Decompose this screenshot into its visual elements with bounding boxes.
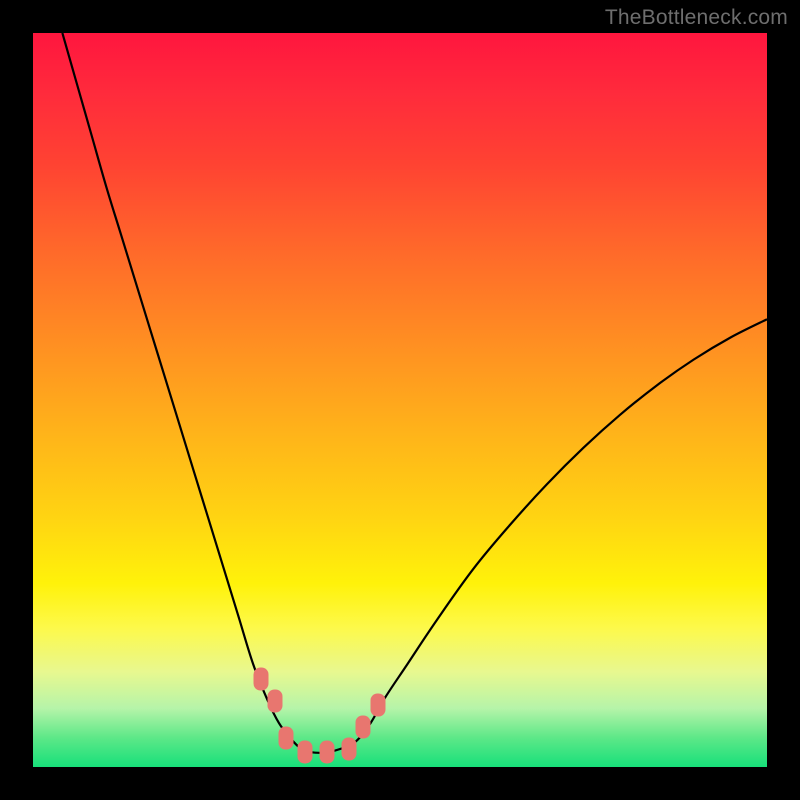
watermark-text: TheBottleneck.com [605,6,788,30]
data-marker [341,737,356,760]
data-marker [319,741,334,764]
data-marker [297,741,312,764]
data-marker [279,726,294,749]
curve-svg [33,33,767,767]
data-marker [268,689,283,712]
bottleneck-curve [62,33,767,753]
data-marker [370,693,385,716]
data-marker [253,667,268,690]
plot-area [33,33,767,767]
data-marker [356,715,371,738]
